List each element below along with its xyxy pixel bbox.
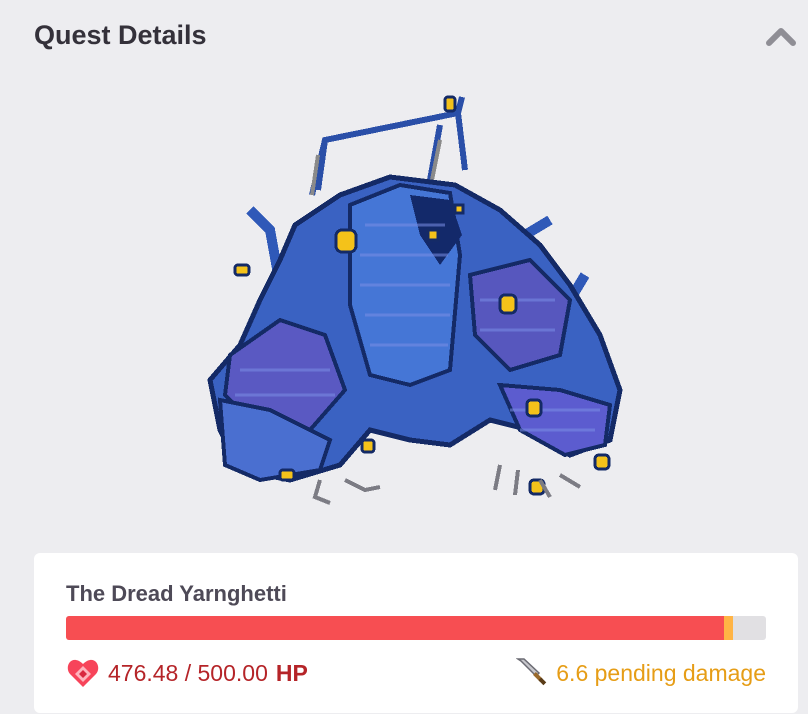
- pending-damage-fill: [723, 616, 734, 640]
- collapse-button[interactable]: [764, 22, 798, 48]
- pending-damage-text: 6.6 pending damage: [556, 659, 766, 686]
- hp-unit: HP: [275, 659, 308, 686]
- yarnghetti-boss-art: [207, 95, 623, 505]
- pending-damage-readout: 6.6 pending damage: [516, 655, 766, 691]
- hp-readout: 476.48 / 500.00 HP: [66, 655, 308, 691]
- hp-value: 476.48 / 500.00: [108, 659, 268, 686]
- chevron-up-icon: [766, 28, 796, 46]
- quest-details-header: Quest Details: [0, 0, 808, 72]
- boss-health-card: The Dread Yarnghetti 476.48 / 500.00 HP …: [34, 553, 798, 713]
- sword-icon: [516, 658, 547, 686]
- page-title: Quest Details: [34, 20, 207, 50]
- heart-shield-icon: [67, 659, 99, 687]
- boss-name: The Dread Yarnghetti: [66, 581, 287, 606]
- boss-hp-bar: [66, 616, 766, 640]
- boss-image: [200, 85, 630, 515]
- boss-hp-fill: [66, 616, 724, 640]
